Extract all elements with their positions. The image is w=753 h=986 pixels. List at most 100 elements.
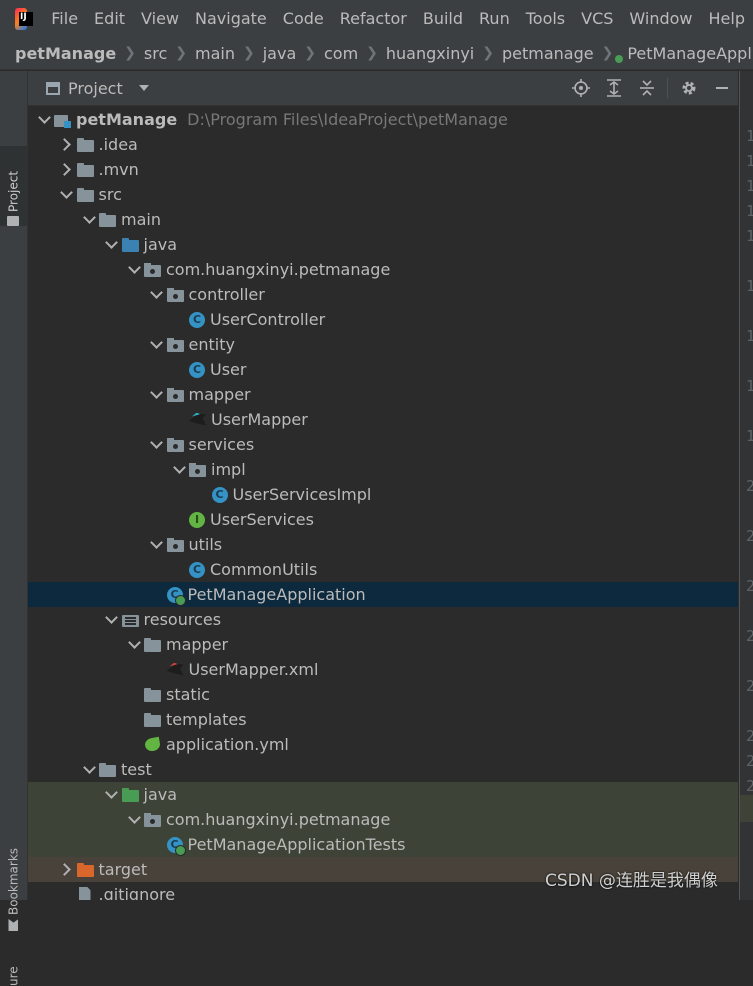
hide-panel-button[interactable] (705, 71, 738, 105)
chevron-down-icon[interactable] (149, 532, 165, 557)
project-panel-title[interactable]: Project (68, 79, 123, 98)
folder-icon (76, 187, 94, 203)
tree-node[interactable]: test (28, 757, 738, 782)
chevron-right-icon[interactable] (59, 132, 75, 157)
tree-node[interactable]: resources (28, 607, 738, 632)
chevron-down-icon[interactable] (126, 257, 142, 282)
breadcrumb-com[interactable]: com (324, 44, 358, 63)
tree-node[interactable]: impl (28, 457, 738, 482)
chevron-down-icon[interactable] (126, 632, 142, 657)
tree-node[interactable]: .idea (28, 132, 738, 157)
minimize-icon (715, 87, 728, 89)
tree-node[interactable]: com.huangxinyi.petmanage (28, 807, 738, 832)
tree-node[interactable]: entity (28, 332, 738, 357)
tree-node[interactable]: utils (28, 532, 738, 557)
chevron-down-icon[interactable] (149, 382, 165, 407)
chevron-down-icon[interactable] (36, 107, 52, 132)
breadcrumb-petmanage[interactable]: petmanage (502, 44, 594, 63)
tree-node[interactable]: petManage D:\Program Files\IdeaProject\pe… (28, 107, 738, 132)
menu-run[interactable]: Run (471, 0, 518, 37)
project-view-icon (46, 81, 60, 95)
menu-help[interactable]: Help (701, 0, 753, 37)
tree-node[interactable]: UserServicesImpl (28, 482, 738, 507)
tree-node-label: mapper (188, 385, 251, 404)
breadcrumb-main[interactable]: main (195, 44, 235, 63)
menu-window[interactable]: Window (621, 0, 700, 37)
chevron-right-icon[interactable] (59, 857, 75, 882)
tree-node-label: impl (211, 460, 246, 479)
menu-bar: IJ File Edit View Navigate Code Refactor… (0, 0, 753, 37)
tree-node[interactable]: PetManageApplicationTests (28, 832, 738, 857)
tree-node[interactable]: UserServices (28, 507, 738, 532)
project-tree: petManage D:\Program Files\IdeaProject\pe… (28, 106, 738, 900)
line-number: 1 (746, 152, 753, 170)
chevron-down-icon[interactable] (81, 757, 97, 782)
tree-node[interactable]: UserMapper (28, 407, 738, 432)
project-tool-tab[interactable]: Project (0, 146, 27, 226)
tree-node[interactable]: src (28, 182, 738, 207)
package-dot (172, 293, 178, 299)
chevron-right-icon[interactable] (59, 157, 75, 182)
chevron-down-icon[interactable] (126, 807, 142, 832)
chevron-down-icon[interactable] (104, 232, 120, 257)
tree-node[interactable]: main (28, 207, 738, 232)
tree-node[interactable]: UserMapper.xml (28, 657, 738, 682)
tree-node[interactable]: com.huangxinyi.petmanage (28, 257, 738, 282)
class-icon (189, 311, 205, 328)
structure-tool-tab[interactable]: ure (0, 946, 27, 986)
chevron-down-icon[interactable] (171, 457, 187, 482)
menu-file[interactable]: File (43, 0, 86, 37)
menu-vcs[interactable]: VCS (573, 0, 621, 37)
chevron-down-icon[interactable] (104, 607, 120, 632)
tree-node[interactable]: application.yml (28, 732, 738, 757)
menu-tools[interactable]: Tools (518, 0, 573, 37)
bookmarks-tool-tab[interactable]: Bookmarks (0, 836, 27, 931)
tree-node[interactable]: services (28, 432, 738, 457)
folder-icon (144, 687, 161, 703)
chevron-down-icon[interactable] (104, 782, 120, 807)
breadcrumb-src[interactable]: src (144, 44, 167, 63)
tree-node[interactable]: PetManageApplication (28, 582, 738, 607)
options-button[interactable] (672, 71, 705, 105)
breadcrumb-petmanageapplication[interactable]: PetManageApplication (627, 44, 753, 63)
tree-node[interactable]: User (28, 357, 738, 382)
chevron-down-icon[interactable] (81, 207, 97, 232)
menu-code[interactable]: Code (275, 0, 332, 37)
tree-node[interactable]: static (28, 682, 738, 707)
tree-node[interactable]: mapper (28, 632, 738, 657)
select-opened-file-button[interactable] (564, 71, 597, 105)
tree-node[interactable]: controller (28, 282, 738, 307)
breadcrumb-separator-icon: ❯ (242, 45, 255, 61)
tree-node-label: mapper (166, 635, 229, 654)
tree-node-label: templates (166, 710, 247, 729)
chevron-down-icon[interactable] (149, 332, 165, 357)
breadcrumb-java[interactable]: java (263, 44, 297, 63)
menu-refactor[interactable]: Refactor (332, 0, 415, 37)
package-icon (166, 337, 184, 353)
tree-node[interactable]: java (28, 782, 738, 807)
chevron-down-icon[interactable] (149, 282, 165, 307)
menu-edit[interactable]: Edit (86, 0, 133, 37)
collapse-all-button[interactable] (630, 71, 663, 105)
tree-node[interactable]: java (28, 232, 738, 257)
package-dot (172, 443, 178, 449)
tree-node[interactable]: .mvn (28, 157, 738, 182)
line-number: 1 (746, 377, 753, 395)
tree-node[interactable]: UserController (28, 307, 738, 332)
tree-node[interactable]: CommonUtils (28, 557, 738, 582)
tree-node-label: .gitignore (98, 885, 176, 900)
menu-view[interactable]: View (133, 0, 187, 37)
chevron-down-icon[interactable] (138, 85, 149, 91)
breadcrumb-huangxinyi[interactable]: huangxinyi (386, 44, 474, 63)
chevron-down-icon[interactable] (59, 182, 75, 207)
breadcrumb-project[interactable]: petManage (15, 44, 116, 63)
gear-icon (682, 81, 695, 95)
tree-node[interactable]: templates (28, 707, 738, 732)
tree-node[interactable]: mapper (28, 382, 738, 407)
menu-navigate[interactable]: Navigate (187, 0, 275, 37)
line-number: 2 (746, 577, 753, 595)
module-icon (54, 112, 71, 128)
expand-all-button[interactable] (597, 71, 630, 105)
menu-build[interactable]: Build (415, 0, 471, 37)
chevron-down-icon[interactable] (149, 432, 165, 457)
